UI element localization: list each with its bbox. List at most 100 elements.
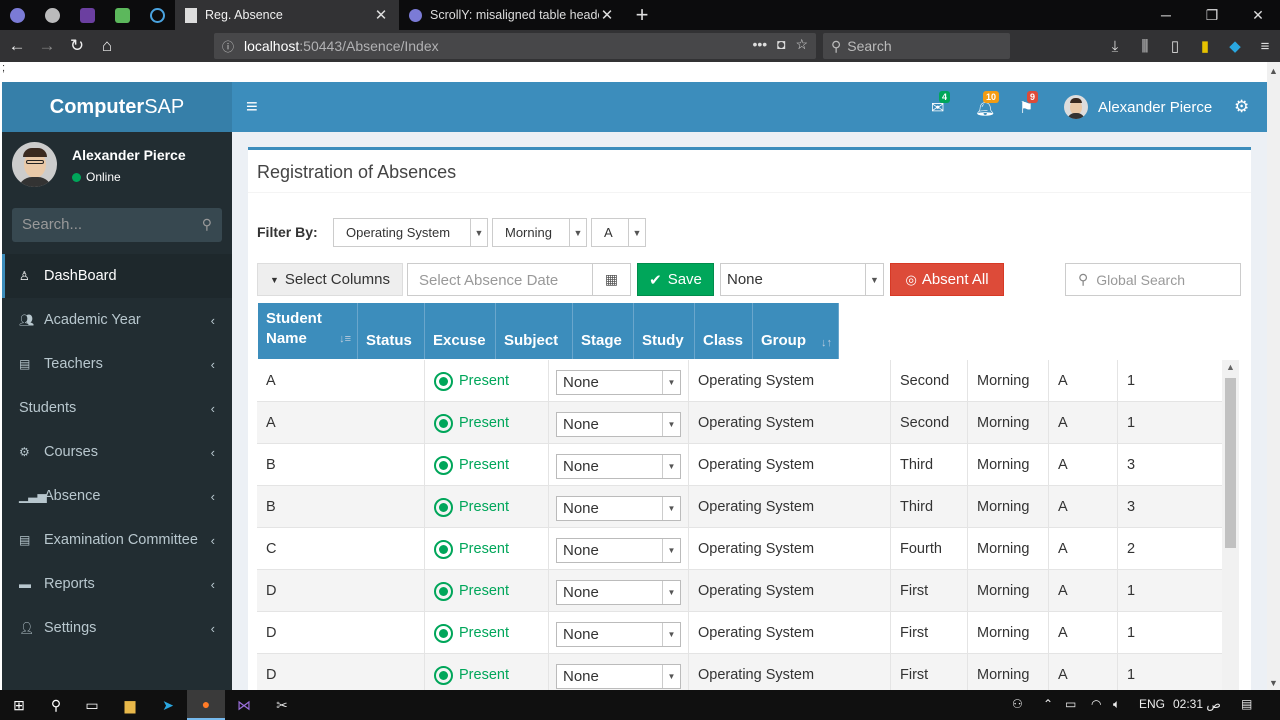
sort-ascending-icon[interactable]: ↓≡: [339, 329, 351, 349]
language-indicator[interactable]: ENG: [1139, 697, 1165, 711]
absent-all-button[interactable]: ◎ Absent All: [890, 263, 1004, 296]
people-icon[interactable]: ⚇: [1012, 697, 1023, 711]
search-icon[interactable]: ⚲: [202, 216, 212, 233]
excuse-all-select[interactable]: None ▼: [720, 263, 884, 296]
excuse-select[interactable]: None ▼: [556, 664, 681, 689]
volume-icon[interactable]: 🔈︎: [1113, 697, 1120, 712]
gears-icon[interactable]: ⚙: [1234, 97, 1249, 117]
flag-icon[interactable]: ⚑ 9: [1019, 91, 1039, 118]
absence-date-input[interactable]: Select Absence Date: [407, 263, 593, 296]
file-explorer-icon[interactable]: ▆: [111, 690, 149, 720]
tab-scrolly[interactable]: ScrollY: misaligned table heade ✕: [399, 0, 625, 30]
status-toggle[interactable]: Present: [434, 497, 509, 517]
status-toggle[interactable]: Present: [434, 623, 509, 643]
status-toggle[interactable]: Present: [434, 581, 509, 601]
notification-center-icon[interactable]: ▤: [1241, 697, 1252, 711]
excuse-select[interactable]: None ▼: [556, 370, 681, 395]
calendar-icon[interactable]: ▦: [592, 263, 631, 296]
status-toggle[interactable]: Present: [434, 539, 509, 559]
close-tab-icon[interactable]: ✕: [373, 6, 389, 24]
pinned-tab-5[interactable]: [140, 0, 175, 30]
task-view-icon[interactable]: ▭: [73, 690, 111, 720]
status-toggle[interactable]: Present: [434, 665, 509, 685]
scroll-up-icon[interactable]: ▲: [1269, 66, 1278, 76]
table-scrollbar[interactable]: ▲: [1222, 360, 1239, 693]
new-tab-button[interactable]: +: [625, 0, 659, 30]
download-icon[interactable]: ⤓: [1100, 38, 1130, 55]
column-header-excuse[interactable]: Excuse: [425, 303, 496, 359]
windows-start-icon[interactable]: ⊞: [0, 690, 38, 720]
tray-expand-icon[interactable]: ⌃: [1043, 697, 1053, 711]
sidebar-item-academic-year[interactable]: 👥︎ Academic Year ‹: [2, 298, 232, 342]
column-header-subject[interactable]: Subject: [496, 303, 573, 359]
pinned-tab-2[interactable]: [35, 0, 70, 30]
column-header-student-name[interactable]: Student Name ↓≡: [258, 303, 358, 359]
mail-icon[interactable]: ✉ 4: [931, 91, 951, 118]
page-actions-icon[interactable]: •••: [752, 36, 767, 52]
firefox-icon[interactable]: ●: [187, 690, 225, 720]
sidebar-item-courses[interactable]: ⚙ Courses ‹: [2, 430, 232, 474]
tools-icon[interactable]: ✂: [263, 690, 301, 720]
sidebar-item-examination-committee[interactable]: ▤ Examination Committee ‹: [2, 518, 232, 562]
excuse-select[interactable]: None ▼: [556, 622, 681, 647]
close-tab-icon[interactable]: ✕: [599, 6, 615, 24]
column-header-stage[interactable]: Stage: [573, 303, 634, 359]
visual-studio-icon[interactable]: ⋈: [225, 690, 263, 720]
extension-flag-icon[interactable]: ▮: [1190, 37, 1220, 55]
status-toggle[interactable]: Present: [434, 455, 509, 475]
battery-icon[interactable]: ▭: [1065, 697, 1076, 711]
sidebar-search-input[interactable]: Search... ⚲: [12, 208, 222, 242]
sidebar-item-reports[interactable]: ▬ Reports ‹: [2, 562, 232, 606]
minimize-button[interactable]: ─: [1143, 0, 1189, 30]
save-button[interactable]: ✔ Save: [637, 263, 714, 296]
status-toggle[interactable]: Present: [434, 413, 509, 433]
scrollbar-thumb[interactable]: [1225, 378, 1236, 548]
column-header-class[interactable]: Class: [695, 303, 753, 359]
home-button[interactable]: ⌂: [92, 31, 122, 61]
excuse-select[interactable]: None ▼: [556, 538, 681, 563]
hamburger-menu-icon[interactable]: ≡: [246, 96, 258, 119]
tab-reg-absence[interactable]: Reg. Absence ✕: [175, 0, 399, 30]
search-icon[interactable]: ⚲: [37, 690, 75, 720]
status-toggle[interactable]: Present: [434, 371, 509, 391]
excuse-select[interactable]: None ▼: [556, 454, 681, 479]
sidebar-item-dashboard[interactable]: ♙ DashBoard: [2, 254, 232, 298]
reload-button[interactable]: ↻: [62, 31, 92, 61]
clock[interactable]: 02:31 ص: [1173, 697, 1221, 711]
extension-icon[interactable]: ◆: [1220, 37, 1250, 55]
excuse-select[interactable]: None ▼: [556, 412, 681, 437]
bookmark-star-icon[interactable]: ☆: [795, 36, 808, 52]
class-filter-select[interactable]: A ▼: [591, 218, 646, 247]
sort-both-icon[interactable]: ↓↑: [821, 337, 832, 349]
sidebar-icon[interactable]: ▯: [1160, 37, 1190, 55]
scroll-up-icon[interactable]: ▲: [1226, 362, 1235, 372]
pinned-tab-4[interactable]: [105, 0, 140, 30]
excuse-select[interactable]: None ▼: [556, 496, 681, 521]
column-header-group[interactable]: Group ↓↑: [753, 303, 839, 359]
url-bar[interactable]: ⓘ localhost:50443/Absence/Index ••• ◘ ☆: [214, 33, 816, 59]
bell-icon[interactable]: 🔔︎ 10: [975, 91, 1000, 118]
sidebar-item-students[interactable]: Students ‹: [2, 386, 232, 430]
sidebar-item-absence[interactable]: ▁▃▅ Absence ‹: [2, 474, 232, 518]
wifi-icon[interactable]: ◠: [1091, 697, 1101, 711]
column-header-study[interactable]: Study: [634, 303, 695, 359]
scroll-down-icon[interactable]: ▼: [1269, 678, 1278, 688]
pocket-icon[interactable]: ◘: [777, 36, 785, 52]
back-button[interactable]: ←: [2, 31, 32, 61]
study-filter-select[interactable]: Morning ▼: [492, 218, 587, 247]
pinned-tab-1[interactable]: [0, 0, 35, 30]
global-search-input[interactable]: ⚲ Global Search: [1065, 263, 1241, 296]
library-icon[interactable]: ⫼: [1130, 38, 1160, 55]
user-menu[interactable]: Alexander Pierce: [1064, 95, 1212, 119]
page-scrollbar[interactable]: ▲ ▼: [1267, 62, 1280, 690]
browser-search-bar[interactable]: ⚲ Search: [823, 33, 1010, 59]
menu-icon[interactable]: ≡: [1250, 38, 1280, 55]
close-window-button[interactable]: ✕: [1235, 0, 1280, 30]
pinned-tab-3[interactable]: [70, 0, 105, 30]
sidebar-item-settings[interactable]: 👤︎ Settings ‹: [2, 606, 232, 650]
forward-button[interactable]: →: [32, 31, 62, 61]
app-logo[interactable]: Computer SAP: [2, 82, 232, 132]
select-columns-button[interactable]: ▼ Select Columns: [257, 263, 403, 296]
telegram-icon[interactable]: ➤: [149, 690, 187, 720]
column-header-status[interactable]: Status: [358, 303, 425, 359]
